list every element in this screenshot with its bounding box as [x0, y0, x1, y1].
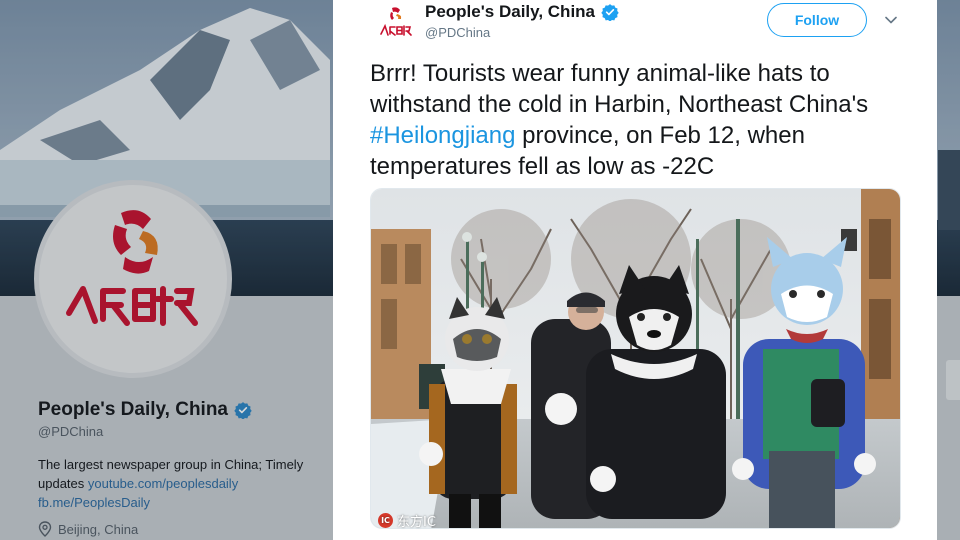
- tweet-author-name-text[interactable]: People's Daily, China: [425, 2, 595, 22]
- bio-youtube-link[interactable]: youtube.com/peoplesdaily: [88, 476, 238, 491]
- follow-button[interactable]: Follow: [767, 3, 867, 37]
- location-text: Beijing, China: [58, 521, 139, 537]
- tweet-text: Brrr! Tourists wear funny animal-like ha…: [370, 58, 910, 182]
- profile-location: Beijing, China: [38, 521, 138, 537]
- photo-watermark: IC 东方IC: [378, 511, 436, 530]
- tweet-avatar[interactable]: [377, 4, 413, 40]
- bio-facebook-link[interactable]: fb.me/PeoplesDaily: [38, 495, 150, 510]
- watermark-badge-icon: IC: [378, 513, 393, 528]
- chevron-down-icon[interactable]: [884, 13, 898, 27]
- profile-handle[interactable]: @PDChina: [38, 424, 103, 439]
- verified-badge-icon: [234, 402, 252, 419]
- tweet-text-start: Brrr! Tourists wear funny animal-like ha…: [370, 60, 869, 118]
- profile-name-text[interactable]: People's Daily, China: [38, 399, 228, 421]
- location-pin-icon: [38, 521, 52, 537]
- tweet-author-name[interactable]: People's Daily, China: [425, 2, 619, 22]
- profile-name[interactable]: People's Daily, China: [38, 399, 252, 421]
- profile-bio: The largest newspaper group in China; Ti…: [38, 455, 308, 512]
- watermark-text: 东方IC: [397, 515, 436, 530]
- peoples-daily-logo: [66, 210, 198, 326]
- verified-badge-icon: [601, 4, 619, 21]
- tweet-author-handle[interactable]: @PDChina: [425, 25, 490, 40]
- profile-avatar[interactable]: [34, 180, 232, 378]
- background-card-edge: [946, 360, 960, 400]
- hashtag-link[interactable]: #Heilongjiang: [370, 122, 515, 149]
- tweet-photo[interactable]: [370, 188, 901, 529]
